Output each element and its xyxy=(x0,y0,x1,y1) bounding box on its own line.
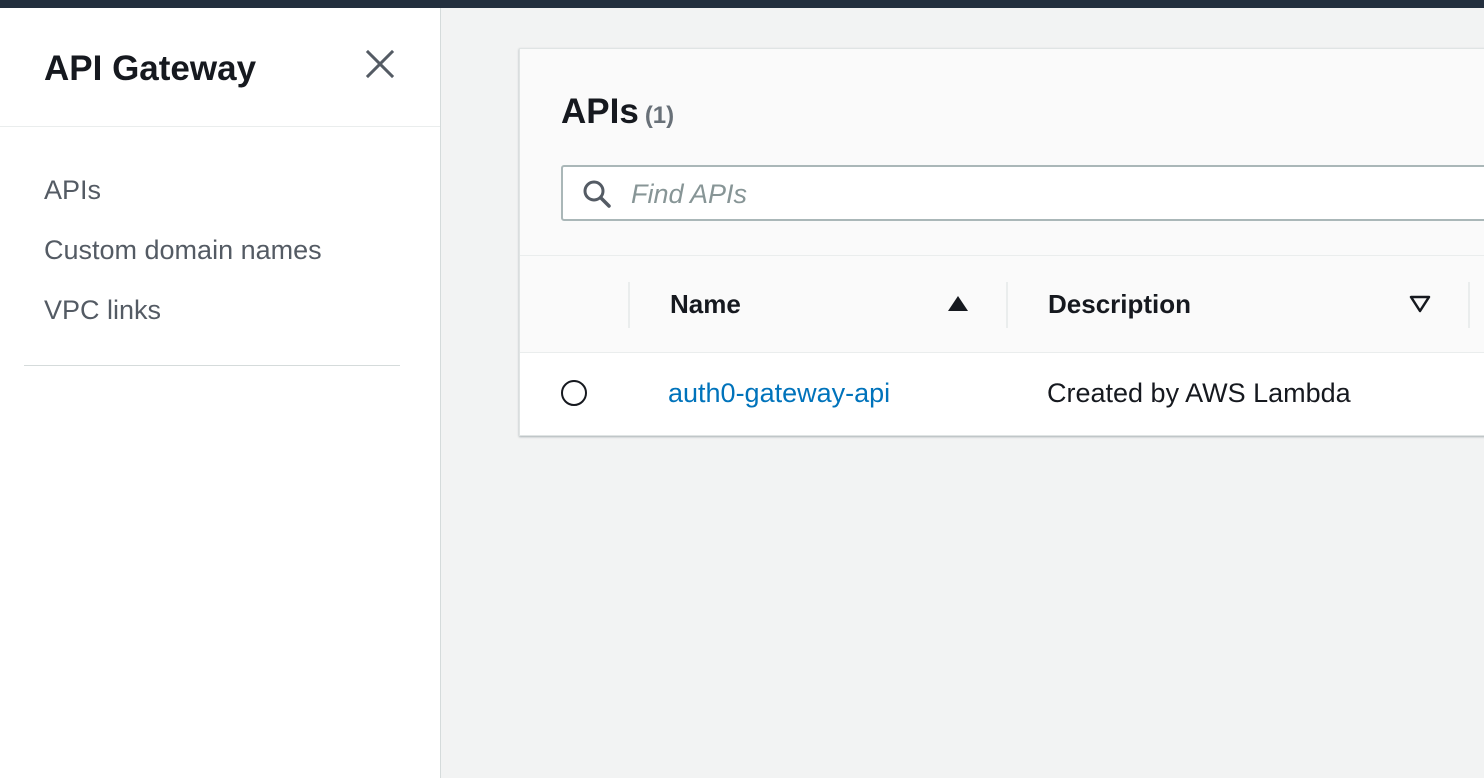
column-separator xyxy=(1006,282,1008,328)
search-input[interactable] xyxy=(629,171,1484,217)
panel-header: APIs (1) xyxy=(520,49,1484,256)
api-count-badge: (1) xyxy=(644,102,675,129)
sort-descending-icon[interactable] xyxy=(1409,294,1431,314)
api-description: Created by AWS Lambda xyxy=(1047,378,1351,408)
sidebar-item-vpc-links[interactable]: VPC links xyxy=(44,280,322,340)
close-navigation-button[interactable] xyxy=(362,46,398,82)
top-navigation-bar xyxy=(0,0,1484,8)
page-title-text: APIs xyxy=(561,92,639,131)
search-box[interactable] xyxy=(561,165,1484,221)
column-header-name[interactable]: Name xyxy=(670,286,741,322)
column-header-description[interactable]: Description xyxy=(1048,286,1191,322)
sidebar-item-custom-domain-names[interactable]: Custom domain names xyxy=(44,220,322,280)
column-separator xyxy=(628,282,630,328)
close-icon xyxy=(365,49,395,79)
table-row[interactable]: auth0-gateway-api Created by AWS Lambda xyxy=(520,353,1484,435)
table-header: Name Description xyxy=(520,256,1484,353)
sidebar-nav-list: APIs Custom domain names VPC links xyxy=(44,160,322,340)
api-name-link[interactable]: auth0-gateway-api xyxy=(668,375,890,411)
page-title: APIs (1) xyxy=(561,91,674,137)
side-navigation: API Gateway APIs Custom domain names VPC… xyxy=(0,8,441,778)
sidebar-divider xyxy=(24,365,400,366)
apis-table-panel: APIs(1) Name Description auth0-gateway-a… xyxy=(519,48,1484,436)
search-icon xyxy=(583,180,611,208)
sidebar-header: API Gateway xyxy=(0,8,440,127)
column-separator xyxy=(1468,282,1470,328)
row-select-radio[interactable] xyxy=(560,379,588,407)
sort-ascending-icon[interactable] xyxy=(947,294,969,314)
sidebar-item-apis[interactable]: APIs xyxy=(44,160,322,220)
sidebar-title: API Gateway xyxy=(44,49,257,88)
